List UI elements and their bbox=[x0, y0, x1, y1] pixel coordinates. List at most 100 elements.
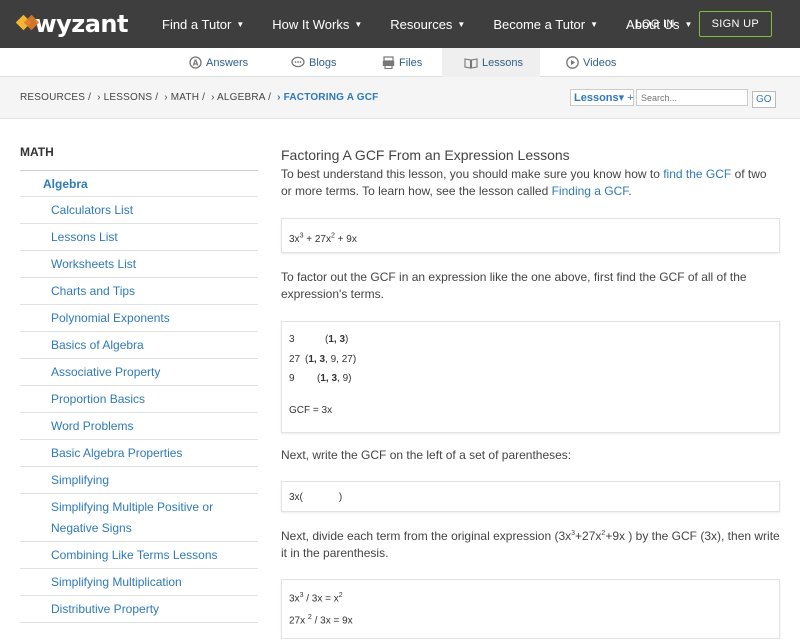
sidebar-item[interactable]: Charts and Tips bbox=[20, 278, 258, 305]
parentheses-close: ) bbox=[338, 492, 343, 503]
page-title: Factoring A GCF From an Expression Lesso… bbox=[281, 147, 570, 163]
parentheses-open: 3x( bbox=[289, 492, 303, 503]
sidebar-section-algebra[interactable]: Algebra bbox=[20, 171, 258, 197]
caret-down-icon: ▼ bbox=[354, 19, 363, 29]
signup-button[interactable]: SIGN UP bbox=[698, 11, 772, 37]
answers-icon: A bbox=[188, 56, 202, 70]
caret-down-icon: ▼ bbox=[236, 19, 245, 29]
tab-files[interactable]: Files bbox=[381, 48, 422, 77]
sidebar-item[interactable]: Basic Algebra Properties bbox=[20, 440, 258, 467]
sidebar: MATH Algebra Calculators List Lessons Lis… bbox=[20, 145, 258, 623]
tab-files-label: Files bbox=[399, 56, 423, 69]
tab-blogs[interactable]: Blogs bbox=[291, 48, 337, 77]
svg-text:A: A bbox=[192, 58, 198, 67]
search-input[interactable] bbox=[636, 89, 748, 106]
wyzant-logo[interactable]: wyzant bbox=[15, 10, 128, 38]
tab-videos-label: Videos bbox=[583, 56, 617, 69]
lesson-content: Factoring A GCF From an Expression Lesso… bbox=[281, 147, 780, 639]
sidebar-item[interactable]: Combining Like Terms Lessons bbox=[20, 542, 258, 569]
step-1-text: To factor out the GCF in an expression l… bbox=[281, 270, 747, 301]
breadcrumb-current[interactable]: › FACTORING A GCF bbox=[277, 92, 378, 103]
tab-answers[interactable]: A Answers bbox=[188, 48, 248, 77]
breadcrumb-algebra[interactable]: › ALGEBRA / bbox=[211, 92, 271, 103]
sidebar-heading: MATH bbox=[20, 145, 258, 171]
sidebar-item[interactable]: Word Problems bbox=[20, 413, 258, 440]
tab-blogs-label: Blogs bbox=[309, 56, 337, 69]
nav-item-how-it-works[interactable]: How It Works ▼ bbox=[258, 17, 376, 32]
main-menu: Find a Tutor ▼ How It Works ▼ Resources ▼ Beco… bbox=[148, 17, 706, 32]
login-link[interactable]: LOG IN bbox=[636, 18, 675, 30]
breadcrumb-lessons[interactable]: › LESSONS / bbox=[97, 92, 158, 103]
nav-item-resources[interactable]: Resources ▼ bbox=[376, 17, 479, 32]
intro-text-3: . bbox=[628, 184, 632, 198]
intro-paragraph: To best understand this lesson, you shou… bbox=[281, 166, 780, 200]
division-list: 3x3 / 3x = x2 27x 2 / 3x = 9x bbox=[289, 587, 772, 631]
nav-item-label: How It Works bbox=[272, 16, 350, 32]
breadcrumb: RESOURCES / › LESSONS / › MATH / › ALGEB… bbox=[20, 92, 384, 103]
gcf-factor-list: 3 (1, 3) 27 (1, 3, 9, 27) 9 (1, 3, 9) bbox=[289, 330, 772, 389]
sidebar-item[interactable]: Lessons List bbox=[20, 224, 258, 251]
search-scope-label: Lessons bbox=[574, 91, 619, 104]
division-row: 27x 2 / 3x = 9x bbox=[289, 614, 353, 627]
sidebar-item[interactable]: Worksheets List bbox=[20, 251, 258, 278]
logo-mark-icon bbox=[15, 14, 40, 34]
intro-text-1: To best understand this lesson, you shou… bbox=[281, 167, 664, 181]
gcf-factors: (1, 3) bbox=[325, 334, 349, 346]
nav-item-find-a-tutor[interactable]: Find a Tutor ▼ bbox=[148, 17, 258, 32]
division-card: 3x3 / 3x = x2 27x 2 / 3x = 9x bbox=[281, 579, 780, 639]
gcf-number: 3 bbox=[289, 334, 295, 346]
expression-text: 3x3 + 27x2 + 9x bbox=[289, 233, 357, 246]
division-row: 3x3 / 3x = x2 bbox=[289, 592, 343, 605]
sidebar-item[interactable]: Polynomial Exponents bbox=[20, 305, 258, 332]
step-3-text: Next, divide each term from the original… bbox=[281, 529, 780, 560]
sidebar-item[interactable]: Associative Property bbox=[20, 359, 258, 386]
sidebar-item[interactable]: Distributive Property bbox=[20, 596, 258, 623]
find-gcf-link[interactable]: find the GCF bbox=[663, 167, 731, 181]
plus-icon: + bbox=[627, 91, 634, 104]
gcf-factors: (1, 3, 9) bbox=[317, 373, 352, 385]
tab-lessons-label: Lessons bbox=[482, 56, 523, 69]
gcf-result: GCF = 3x bbox=[289, 404, 333, 416]
sidebar-item[interactable]: Simplifying Multiple Positive or Negativ… bbox=[20, 494, 258, 542]
gcf-number: 27 bbox=[289, 353, 301, 365]
gcf-number: 9 bbox=[289, 373, 295, 385]
logo-text: wyzant bbox=[34, 10, 128, 38]
expression-card: 3x3 + 27x2 + 9x bbox=[281, 218, 780, 253]
resources-subnav: A Answers Blogs Files Lessons Videos bbox=[0, 48, 800, 77]
gcf-factor-row: 27 (1, 3, 9, 27) bbox=[289, 350, 772, 370]
search-scope-select[interactable]: Lessons ▾ + bbox=[570, 89, 634, 106]
tab-lessons[interactable]: Lessons bbox=[442, 48, 540, 77]
sidebar-item[interactable]: Calculators List bbox=[20, 197, 258, 224]
gcf-factor-row: 3 (1, 3) bbox=[289, 330, 772, 350]
top-navigation-bar: wyzant Find a Tutor ▼ How It Works ▼ Resourc… bbox=[0, 0, 800, 48]
breadcrumb-math[interactable]: › MATH / bbox=[164, 92, 205, 103]
nav-item-label: Resources bbox=[390, 16, 453, 32]
lessons-icon bbox=[464, 56, 478, 70]
gcf-factors: (1, 3, 9, 27) bbox=[305, 353, 357, 365]
tab-videos[interactable]: Videos bbox=[565, 48, 616, 77]
videos-icon bbox=[565, 56, 579, 70]
gcf-card: 3 (1, 3) 27 (1, 3, 9, 27) 9 (1, 3, 9) GCF = 3… bbox=[281, 321, 780, 433]
gcf-factor-row: 9 (1, 3, 9) bbox=[289, 369, 772, 389]
sidebar-item[interactable]: Simplifying bbox=[20, 467, 258, 494]
search-form: Lessons ▾ + GO bbox=[570, 87, 776, 108]
caret-down-icon: ▼ bbox=[590, 19, 599, 29]
chevron-down-icon: ▾ bbox=[618, 92, 625, 104]
sidebar-item[interactable]: Proportion Basics bbox=[20, 386, 258, 413]
files-icon bbox=[381, 56, 395, 70]
breadcrumb-resources[interactable]: RESOURCES / bbox=[20, 92, 91, 103]
sidebar-item[interactable]: Simplifying Multiplication bbox=[20, 569, 258, 596]
tab-answers-label: Answers bbox=[206, 56, 249, 69]
step-2-text: Next, write the GCF on the left of a set… bbox=[281, 448, 572, 462]
sidebar-item[interactable]: Basics of Algebra bbox=[20, 332, 258, 359]
breadcrumb-bar: RESOURCES / › LESSONS / › MATH / › ALGEB… bbox=[0, 77, 800, 119]
blogs-icon bbox=[291, 56, 305, 70]
nav-item-become-a-tutor[interactable]: Become a Tutor ▼ bbox=[479, 17, 612, 32]
finding-a-gcf-link[interactable]: Finding a GCF bbox=[552, 184, 629, 198]
caret-down-icon: ▼ bbox=[457, 19, 466, 29]
nav-item-label: Become a Tutor bbox=[493, 16, 586, 32]
sidebar-list: Calculators List Lessons List Worksheets L… bbox=[20, 197, 258, 623]
parentheses-card: 3x() bbox=[281, 481, 780, 512]
nav-item-label: Find a Tutor bbox=[162, 16, 232, 32]
go-button[interactable]: GO bbox=[752, 91, 776, 108]
